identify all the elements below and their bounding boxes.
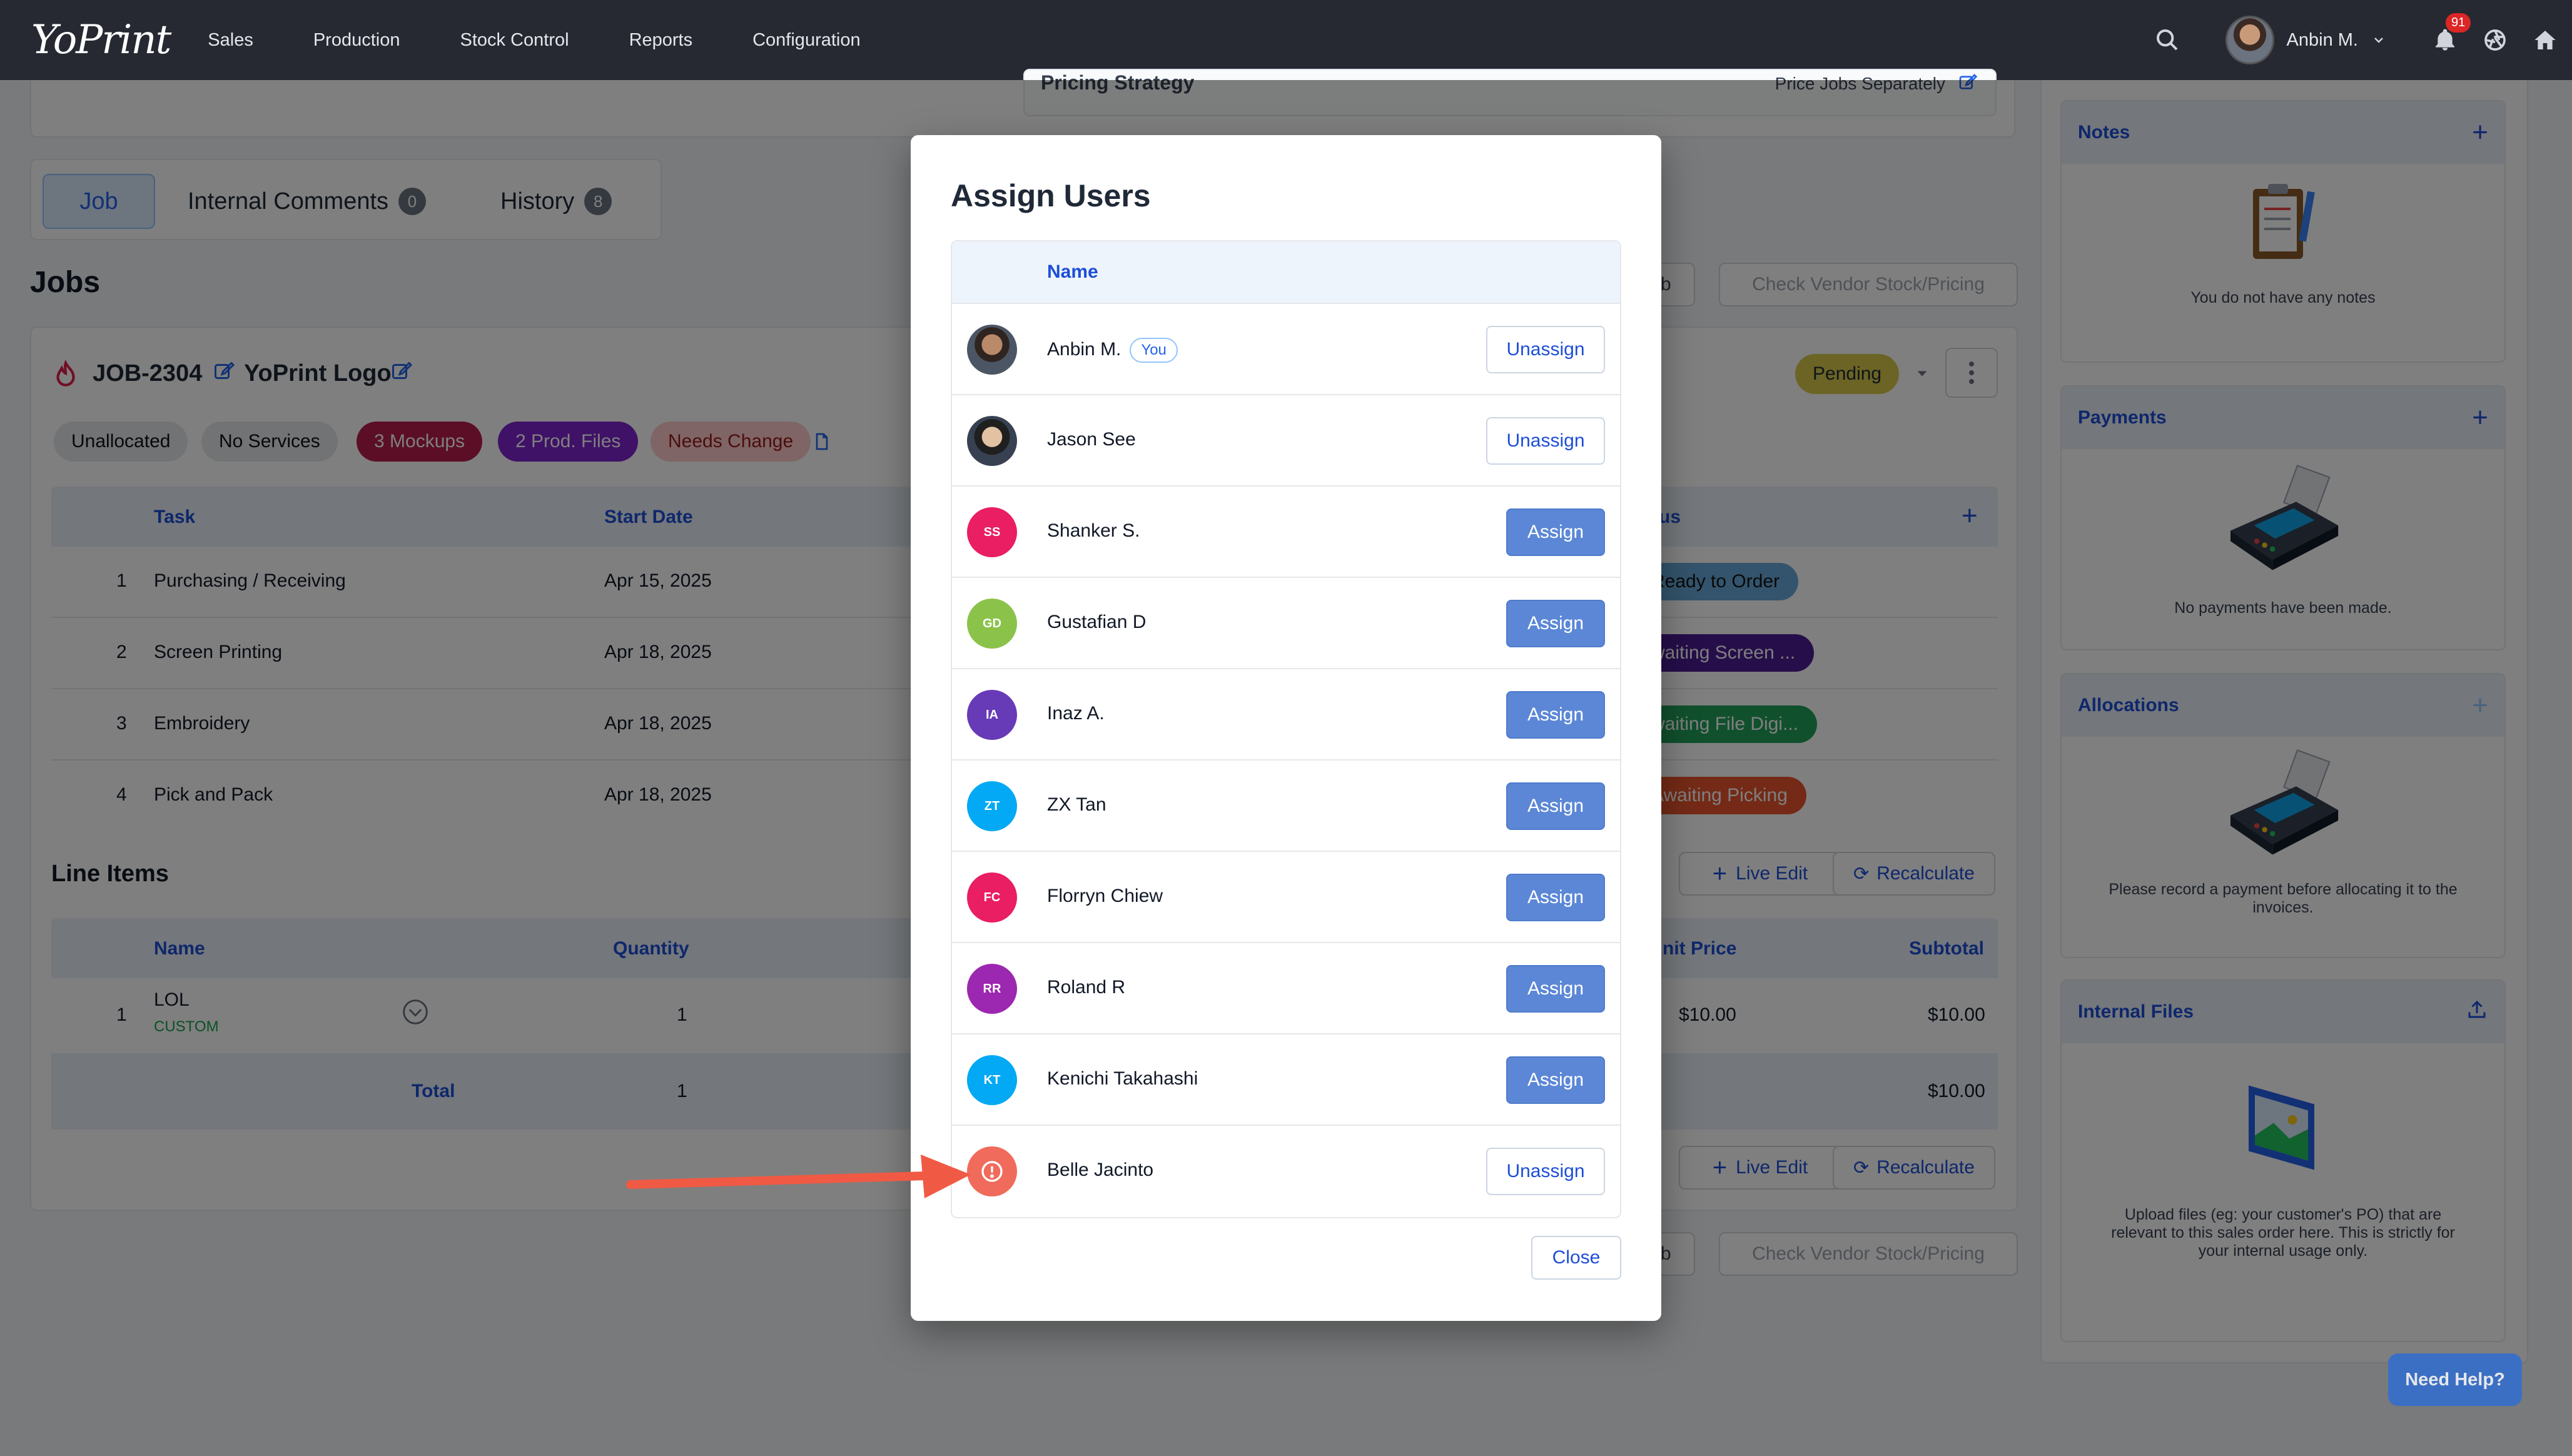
nav-stock-control[interactable]: Stock Control <box>460 30 569 51</box>
user-initials-avatar: KT <box>967 1055 1017 1105</box>
nav-sales[interactable]: Sales <box>208 30 253 51</box>
aperture-icon[interactable] <box>2481 26 2509 54</box>
user-row: ZT ZX Tan Assign <box>952 761 1620 852</box>
user-avatar <box>967 325 1017 375</box>
user-initials-avatar: IA <box>967 690 1017 740</box>
user-name-text: Roland R <box>1047 977 1126 998</box>
user-row: Belle Jacinto Unassign <box>952 1126 1620 1217</box>
top-navbar: YoPrint Sales Production Stock Control R… <box>0 0 2572 80</box>
user-name-text: Florryn Chiew <box>1047 886 1163 906</box>
assign-button[interactable]: Assign <box>1506 874 1605 921</box>
app-logo[interactable]: YoPrint <box>31 17 171 63</box>
user-name-text: Belle Jacinto <box>1047 1160 1154 1180</box>
user-name-text: Inaz A. <box>1047 703 1105 724</box>
nav-production[interactable]: Production <box>313 30 400 51</box>
user-name-text: ZX Tan <box>1047 794 1106 815</box>
assign-button[interactable]: Assign <box>1506 965 1605 1013</box>
user-avatar <box>967 416 1017 466</box>
nav-configuration[interactable]: Configuration <box>752 30 861 51</box>
need-help-button[interactable]: Need Help? <box>2388 1353 2522 1406</box>
annotation-arrow-icon <box>626 1155 971 1198</box>
user-name: Florryn Chiew <box>1047 886 1163 907</box>
assign-button[interactable]: Assign <box>1506 508 1605 556</box>
user-name: Belle Jacinto <box>1047 1160 1153 1181</box>
user-name[interactable]: Anbin M. <box>2287 30 2358 51</box>
unassign-button[interactable]: Unassign <box>1486 326 1605 373</box>
close-button[interactable]: Close <box>1531 1236 1621 1280</box>
unassign-button[interactable]: Unassign <box>1486 417 1605 465</box>
user-row: KT Kenichi Takahashi Assign <box>952 1034 1620 1126</box>
user-row: IA Inaz A. Assign <box>952 669 1620 761</box>
user-name-text: Kenichi Takahashi <box>1047 1068 1198 1089</box>
assign-button[interactable]: Assign <box>1506 782 1605 830</box>
user-row: Anbin M. You Unassign <box>952 304 1620 395</box>
user-name: Roland R <box>1047 977 1125 998</box>
user-row: Jason See Unassign <box>952 395 1620 487</box>
nav-right-group: Anbin M. 91 <box>2153 0 2572 80</box>
assign-button[interactable]: Assign <box>1506 691 1605 739</box>
user-row: GD Gustafian D Assign <box>952 578 1620 669</box>
user-name-text: Shanker S. <box>1047 520 1140 541</box>
assign-button[interactable]: Assign <box>1506 1056 1605 1104</box>
nav-reports[interactable]: Reports <box>629 30 693 51</box>
notification-badge: 91 <box>2446 13 2471 33</box>
user-row: SS Shanker S. Assign <box>952 487 1620 578</box>
user-name-text: Anbin M. <box>1047 338 1121 360</box>
user-name: Gustafian D <box>1047 612 1146 633</box>
chevron-down-icon[interactable] <box>2364 26 2393 54</box>
user-name: Kenichi Takahashi <box>1047 1068 1198 1089</box>
user-name: Shanker S. <box>1047 520 1140 542</box>
user-avatar[interactable] <box>2225 16 2274 64</box>
unassign-button[interactable]: Unassign <box>1486 1148 1605 1195</box>
bell-icon[interactable]: 91 <box>2431 13 2471 54</box>
user-initials-avatar: RR <box>967 964 1017 1014</box>
user-name-text: Jason See <box>1047 429 1136 450</box>
user-name: ZX Tan <box>1047 794 1106 816</box>
user-name: Inaz A. <box>1047 703 1105 724</box>
user-name-text: Gustafian D <box>1047 612 1147 632</box>
user-initials-avatar: GD <box>967 599 1017 649</box>
user-name: Jason See <box>1047 429 1136 450</box>
search-icon[interactable] <box>2153 26 2182 54</box>
assign-users-modal: Assign Users Name Anbin M. You Unassign Jas… <box>911 135 1661 1321</box>
you-badge: You <box>1130 338 1178 363</box>
user-row: RR Roland R Assign <box>952 943 1620 1034</box>
users-table-header: Name <box>952 241 1620 304</box>
user-initials-avatar: ZT <box>967 781 1017 831</box>
user-initials-avatar: FC <box>967 872 1017 923</box>
name-column-header: Name <box>1047 261 1098 282</box>
home-icon[interactable] <box>2531 26 2559 54</box>
assign-button[interactable]: Assign <box>1506 600 1605 647</box>
user-name: Anbin M. You <box>1047 338 1178 363</box>
user-row: FC Florryn Chiew Assign <box>952 852 1620 943</box>
user-initials-avatar: SS <box>967 507 1017 557</box>
modal-title: Assign Users <box>951 178 1151 213</box>
users-table: Name Anbin M. You Unassign Jason See Unassig… <box>951 240 1621 1218</box>
